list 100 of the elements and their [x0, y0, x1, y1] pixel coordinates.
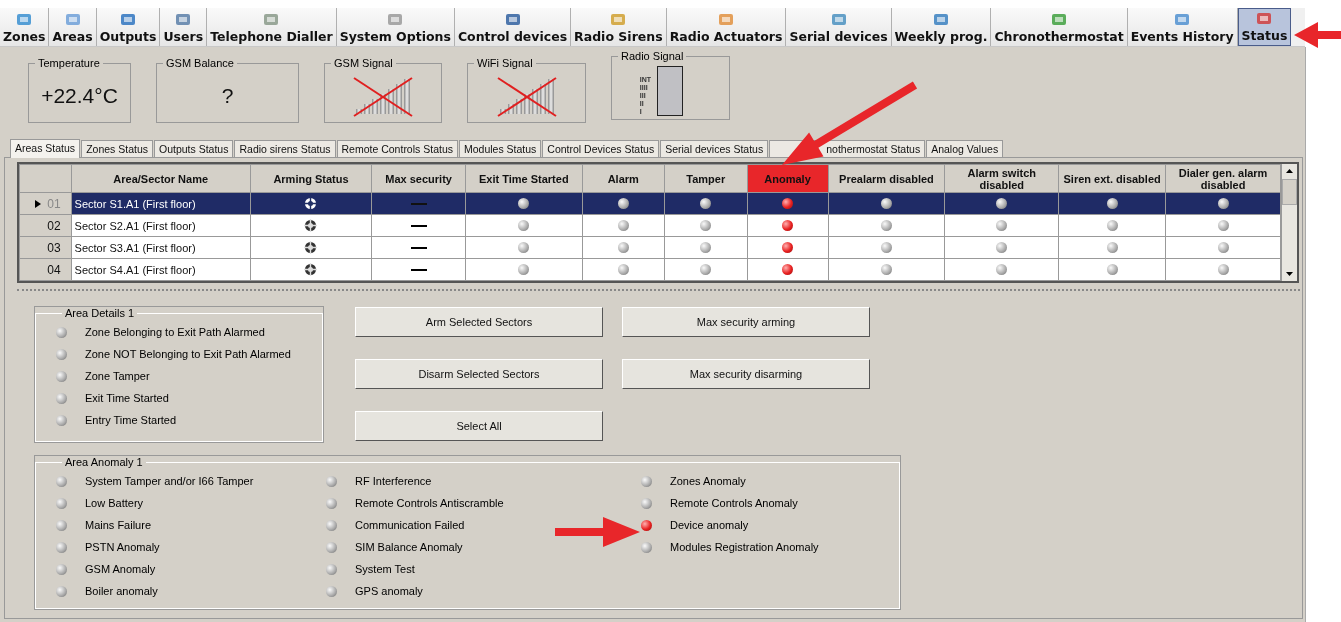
status-label: Exit Time Started	[85, 392, 169, 404]
status-label: Zone NOT Belonging to Exit Path Alarmed	[85, 348, 291, 360]
row-header[interactable]: 03	[19, 236, 72, 259]
status-label: Zone Tamper	[85, 370, 150, 382]
gauge-value: +22.4°C	[41, 83, 118, 108]
tab[interactable]: Control Devices Status	[542, 140, 660, 157]
toolbar-icon	[609, 12, 628, 27]
toolbar-icon	[1173, 12, 1192, 27]
tab[interactable]: Analog Values	[926, 140, 1004, 157]
header-cell	[19, 164, 72, 193]
status-label: GPS anomaly	[355, 585, 423, 597]
toolbar-icon	[1255, 11, 1274, 26]
target-icon	[304, 197, 318, 210]
tab[interactable]: Zones Status	[81, 140, 153, 157]
toolbar-button[interactable]: Control devices	[454, 8, 572, 46]
gauge-value: ?	[221, 83, 234, 108]
dash-icon	[410, 246, 427, 250]
toolbar-button[interactable]: Serial devices	[786, 8, 892, 46]
toolbar-icon	[1050, 12, 1069, 27]
table-cell: Sector S4.A1 (First floor)	[71, 258, 251, 281]
toolbar-button[interactable]: Chronothermostat	[991, 8, 1128, 46]
status-label: Modules Registration Anomaly	[670, 541, 819, 553]
status-label: Zones Anomaly	[670, 475, 746, 487]
scroll-thumb[interactable]	[1282, 179, 1297, 205]
gauge-title: WiFi Signal	[476, 57, 534, 69]
toolbar-icon	[262, 12, 281, 27]
toolbar-icon	[829, 12, 848, 27]
toolbar-button[interactable]: Radio Sirens	[571, 8, 667, 46]
column-header[interactable]: Max security	[371, 164, 466, 193]
tab[interactable]: Serial devices Status	[660, 140, 769, 157]
toolbar-icon	[63, 12, 82, 27]
tab[interactable]: Remote Controls Status	[336, 140, 458, 157]
target-icon	[304, 241, 318, 254]
toolbar-button[interactable]: Zones	[0, 8, 50, 46]
column-header[interactable]: Tamper	[664, 164, 748, 193]
column-header[interactable]: Alarm switch disabled	[944, 164, 1059, 193]
row-pointer-icon	[35, 199, 42, 208]
dash-icon	[410, 202, 427, 206]
column-header[interactable]: Arming Status	[250, 164, 372, 193]
group-title: Area Anomaly 1	[64, 456, 144, 468]
toolbar-button[interactable]: Telephone Dialler	[207, 8, 337, 46]
tab[interactable]: Radio sirens Status	[234, 140, 336, 157]
table-cell: Sector S2.A1 (First floor)	[71, 214, 251, 237]
tab[interactable]: Modules Status	[459, 140, 542, 157]
tab[interactable]: Areas Status	[10, 139, 81, 158]
row-number: 01	[47, 196, 61, 211]
row-header[interactable]: 04	[19, 258, 72, 281]
target-icon	[304, 219, 318, 232]
group-title: Area Details 1	[64, 307, 136, 319]
status-label: System Test	[355, 563, 415, 575]
toolbar-button[interactable]: Status	[1237, 8, 1292, 46]
status-label: Entry Time Started	[85, 414, 177, 426]
toolbar-icon	[717, 12, 735, 27]
column-header[interactable]: Dialer gen. alarm disabled	[1165, 164, 1281, 193]
column-header[interactable]: Siren ext. disabled	[1058, 164, 1166, 193]
toolbar-button[interactable]: Radio Actuators	[666, 8, 787, 46]
column-header[interactable]: Anomaly	[747, 164, 829, 193]
toolbar-icon	[932, 12, 950, 27]
toolbar-button[interactable]: System Options	[336, 8, 455, 46]
table-cell: Sector S1.A1 (First floor)	[71, 192, 251, 215]
toolbar-icon	[503, 12, 522, 27]
row-number: 02	[47, 218, 61, 233]
status-label: GSM Anomaly	[85, 563, 156, 575]
table-cell: Sector S3.A1 (First floor)	[71, 236, 251, 259]
gauge-title: Temperature	[37, 57, 101, 69]
row-header[interactable]: 02	[19, 214, 72, 237]
toolbar-button[interactable]: Events History	[1127, 8, 1238, 46]
action-button[interactable]: Select All	[355, 411, 603, 441]
toolbar-button[interactable]: Areas	[49, 8, 97, 46]
action-button[interactable]: Max security arming	[622, 307, 870, 337]
status-label: Mains Failure	[85, 519, 152, 531]
status-label: Boiler anomaly	[85, 585, 158, 597]
row-number: 04	[47, 262, 61, 277]
toolbar-button[interactable]: Weekly prog.	[891, 8, 992, 46]
status-label: Communication Failed	[355, 519, 465, 531]
status-label: Remote Controls Antiscramble	[355, 497, 504, 509]
column-header[interactable]: Prealarm disabled	[828, 164, 945, 193]
action-button[interactable]: Disarm Selected Sectors	[355, 359, 603, 389]
action-button[interactable]: Max security disarming	[622, 359, 870, 389]
toolbar-button[interactable]: Users	[160, 8, 208, 46]
action-button[interactable]: Arm Selected Sectors	[355, 307, 603, 337]
dash-icon	[410, 268, 427, 272]
signal-meter	[657, 65, 684, 116]
toolbar-button[interactable]: Outputs	[96, 8, 161, 46]
column-header[interactable]: Area/Sector Name	[71, 164, 251, 193]
status-label: System Tamper and/or I66 Tamper	[85, 475, 254, 487]
toolbar-icon	[386, 12, 405, 27]
gauge-title: GSM Balance	[165, 57, 235, 69]
column-header[interactable]: Alarm	[582, 164, 665, 193]
annotation-arrow	[1294, 22, 1341, 48]
toolbar-icon	[174, 12, 193, 27]
scrollbar[interactable]	[1281, 164, 1297, 281]
column-header[interactable]: Exit Time Started	[465, 164, 583, 193]
status-label: Remote Controls Anomaly	[670, 497, 798, 509]
toolbar-icon	[15, 12, 34, 27]
toolbar-icon	[119, 12, 138, 27]
status-label: PSTN Anomaly	[85, 541, 160, 553]
gauge-title: Radio Signal	[620, 50, 685, 62]
status-label: RF Interference	[355, 475, 432, 487]
tab[interactable]: Outputs Status	[154, 140, 234, 157]
